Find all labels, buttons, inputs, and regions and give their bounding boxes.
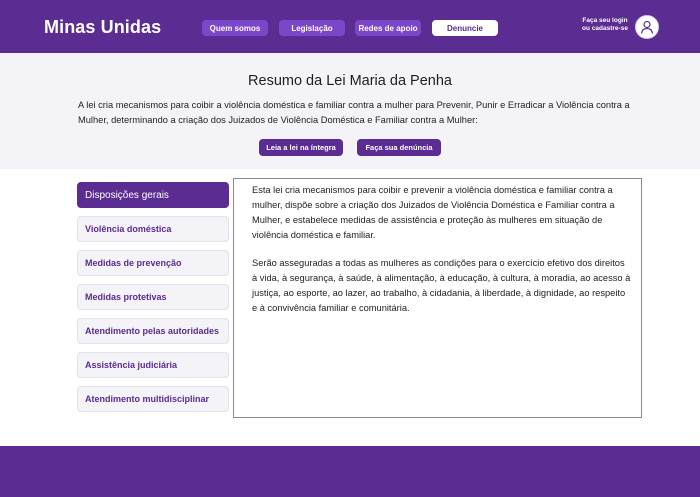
login-line-2: ou cadastre-se xyxy=(582,25,628,32)
summary-title: Resumo da Lei Maria da Penha xyxy=(248,73,452,89)
nav-quem-somos-button[interactable]: Quem somos xyxy=(202,20,268,36)
make-report-button[interactable]: Faça sua denúncia xyxy=(357,139,441,156)
content-paragraph-1: Esta lei cria mecanismos para coibir e p… xyxy=(252,185,615,240)
nav-redes-de-apoio-button[interactable]: Redes de apoio xyxy=(355,20,421,36)
tab-medidas-protetivas[interactable]: Medidas protetivas xyxy=(77,284,229,310)
tab-disposicoes-gerais[interactable]: Disposições gerais xyxy=(77,182,229,208)
nav-legislacao-button[interactable]: Legislação xyxy=(279,20,345,36)
tab-medidas-de-prevencao[interactable]: Medidas de prevenção xyxy=(77,250,229,276)
content-paragraph-2: Serão asseguradas a todas as mulheres as… xyxy=(252,258,631,313)
law-summary-section: Resumo da Lei Maria da Penha A lei cria … xyxy=(0,53,700,169)
tab-atendimento-multidisciplinar[interactable]: Atendimento multidisciplinar xyxy=(77,386,229,412)
tab-violencia-domestica[interactable]: Violência doméstica xyxy=(77,216,229,242)
summary-text: A lei cria mecanismos para coibir a viol… xyxy=(78,100,630,125)
page: Minas Unidas Quem somos Legislação Redes… xyxy=(0,0,700,497)
login-link[interactable]: Faça seu login ou cadastre-se xyxy=(578,17,632,33)
tab-atendimento-pelas-autoridades[interactable]: Atendimento pelas autoridades xyxy=(77,318,229,344)
login-line-1: Faça seu login xyxy=(582,17,628,24)
content-panel: Esta lei cria mecanismos para coibir e p… xyxy=(233,178,642,418)
user-icon[interactable] xyxy=(635,15,659,39)
brand-logo-text[interactable]: Minas Unidas xyxy=(44,17,161,38)
tab-assistencia-judiciaria[interactable]: Assistência judiciária xyxy=(77,352,229,378)
read-full-law-button[interactable]: Leia a lei na íntegra xyxy=(259,139,343,156)
nav-denuncie-button[interactable]: Denuncie xyxy=(432,20,498,36)
footer xyxy=(0,446,700,497)
top-navigation-bar: Minas Unidas Quem somos Legislação Redes… xyxy=(0,0,700,53)
